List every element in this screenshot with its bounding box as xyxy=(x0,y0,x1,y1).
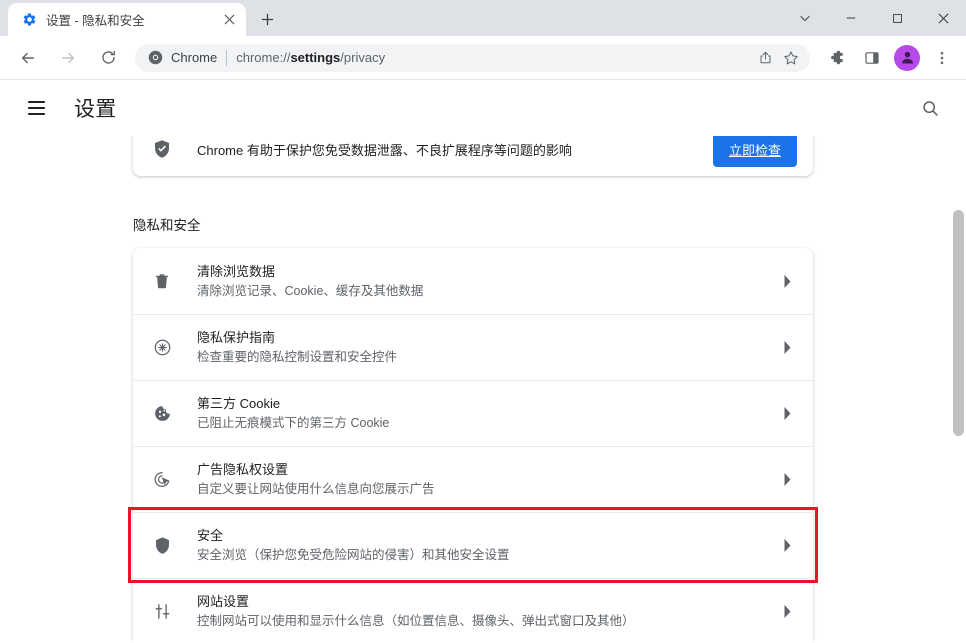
shield-icon xyxy=(151,535,173,557)
chevron-right-icon[interactable] xyxy=(777,271,797,291)
puzzle-icon[interactable] xyxy=(821,43,851,73)
row-subtitle: 安全浏览（保护您免受危险网站的侵害）和其他安全设置 xyxy=(197,548,510,562)
omnibox-url: chrome://settings/privacy xyxy=(236,50,752,65)
maximize-icon[interactable] xyxy=(874,0,920,36)
setting-row-security[interactable]: 安全 安全浏览（保护您免受危险网站的侵害）和其他安全设置 xyxy=(128,507,818,583)
row-text-group: 安全 安全浏览（保护您免受危险网站的侵害）和其他安全设置 xyxy=(197,526,777,565)
privacy-guide-icon xyxy=(151,337,173,359)
hamburger-bar xyxy=(27,101,45,103)
shield-check-icon xyxy=(151,138,173,160)
row-subtitle: 控制网站可以使用和显示什么信息（如位置信息、摄像头、弹出式窗口及其他） xyxy=(197,614,635,628)
chevron-right-icon[interactable] xyxy=(777,536,797,556)
close-window-icon[interactable] xyxy=(920,0,966,36)
row-subtitle: 清除浏览记录、Cookie、缓存及其他数据 xyxy=(197,283,424,298)
vertical-scrollbar[interactable] xyxy=(951,136,966,643)
url-suffix: /privacy xyxy=(340,50,386,65)
browser-toolbar: Chrome chrome://settings/privacy xyxy=(0,36,966,80)
row-subtitle: 自定义要让网站使用什么信息向您展示广告 xyxy=(197,482,435,496)
address-bar[interactable]: Chrome chrome://settings/privacy xyxy=(135,43,810,72)
omnibox-separator xyxy=(226,49,228,66)
star-icon[interactable] xyxy=(778,45,804,71)
scrollbar-thumb[interactable] xyxy=(953,210,964,436)
new-tab-button[interactable] xyxy=(253,5,281,33)
url-bold-part: settings xyxy=(290,50,341,65)
safety-check-text: Chrome 有助于保护您免受数据泄露、不良扩展程序等问题的影响 xyxy=(197,142,572,158)
settings-content: Chrome 有助于保护您免受数据泄露、不良扩展程序等问题的影响 立即检查 隐私… xyxy=(0,136,966,643)
row-title: 第三方 Cookie xyxy=(197,396,281,411)
chrome-logo-icon xyxy=(147,50,163,66)
setting-row-ad-privacy[interactable]: 广告隐私权设置 自定义要让网站使用什么信息向您展示广告 xyxy=(133,446,813,512)
share-icon[interactable] xyxy=(752,45,778,71)
row-text-group: 隐私保护指南 检查重要的隐私控制设置和安全控件 xyxy=(197,328,777,367)
chevron-right-icon[interactable] xyxy=(777,338,797,358)
chevron-right-icon[interactable] xyxy=(777,404,797,424)
reload-icon[interactable] xyxy=(93,43,123,73)
profile-avatar[interactable] xyxy=(894,44,920,71)
gear-icon xyxy=(21,12,37,28)
setting-row-third-party-cookies[interactable]: 第三方 Cookie 已阻止无痕模式下的第三方 Cookie xyxy=(133,380,813,446)
row-subtitle: 已阻止无痕模式下的第三方 Cookie xyxy=(197,416,390,430)
safety-check-card: Chrome 有助于保护您免受数据泄露、不良扩展程序等问题的影响 立即检查 xyxy=(133,136,813,176)
cookie-icon xyxy=(151,403,173,425)
settings-header: 设置 xyxy=(0,80,966,136)
omnibox-chip-label: Chrome xyxy=(171,50,218,65)
url-prefix: chrome:// xyxy=(236,50,291,65)
side-panel-icon[interactable] xyxy=(857,43,887,73)
row-title: 隐私保护指南 xyxy=(197,330,276,345)
back-arrow-icon[interactable] xyxy=(13,43,43,73)
ad-privacy-icon xyxy=(151,469,173,491)
page-title: 设置 xyxy=(74,98,117,121)
hamburger-bar xyxy=(27,113,45,115)
chevron-down-icon[interactable] xyxy=(782,0,828,36)
omnibox-actions xyxy=(752,45,804,71)
search-icon[interactable] xyxy=(912,90,948,126)
row-subtitle: 检查重要的隐私控制设置和安全控件 xyxy=(197,350,398,364)
row-title: 清除浏览数据 xyxy=(197,263,276,279)
row-title: 网站设置 xyxy=(197,594,250,609)
chevron-right-icon[interactable] xyxy=(777,602,797,622)
three-dot-menu-icon[interactable] xyxy=(927,43,957,73)
chevron-right-icon[interactable] xyxy=(777,470,797,490)
setting-row-clear-browsing-data[interactable]: 清除浏览数据 清除浏览记录、Cookie、缓存及其他数据 xyxy=(133,248,813,314)
tab-title: 设置 - 隐私和安全 xyxy=(46,14,145,28)
setting-row-site-settings[interactable]: 网站设置 控制网站可以使用和显示什么信息（如位置信息、摄像头、弹出式窗口及其他） xyxy=(133,578,813,643)
section-heading-privacy: 隐私和安全 xyxy=(133,218,201,233)
close-icon[interactable] xyxy=(220,11,238,29)
privacy-settings-list: 清除浏览数据 清除浏览记录、Cookie、缓存及其他数据 隐私保护指南 检查重要… xyxy=(128,248,818,643)
tab-strip: 设置 - 隐私和安全 xyxy=(0,0,966,36)
tune-icon xyxy=(151,601,173,623)
row-text-group: 网站设置 控制网站可以使用和显示什么信息（如位置信息、摄像头、弹出式窗口及其他） xyxy=(197,592,777,631)
minimize-icon[interactable] xyxy=(828,0,874,36)
row-text-group: 广告隐私权设置 自定义要让网站使用什么信息向您展示广告 xyxy=(197,460,777,499)
row-text-group: 第三方 Cookie 已阻止无痕模式下的第三方 Cookie xyxy=(197,394,777,433)
safety-check-button[interactable]: 立即检查 xyxy=(712,136,797,167)
hamburger-icon[interactable] xyxy=(20,92,52,124)
trash-icon xyxy=(151,270,173,292)
browser-tab[interactable]: 设置 - 隐私和安全 xyxy=(8,3,246,36)
window-controls xyxy=(782,0,966,36)
setting-row-privacy-guide[interactable]: 隐私保护指南 检查重要的隐私控制设置和安全控件 xyxy=(133,314,813,380)
hamburger-bar xyxy=(27,107,45,109)
forward-arrow-icon[interactable] xyxy=(53,43,83,73)
row-text-group: 清除浏览数据 清除浏览记录、Cookie、缓存及其他数据 xyxy=(197,262,777,301)
row-title: 广告隐私权设置 xyxy=(197,462,289,477)
row-title: 安全 xyxy=(197,528,224,543)
